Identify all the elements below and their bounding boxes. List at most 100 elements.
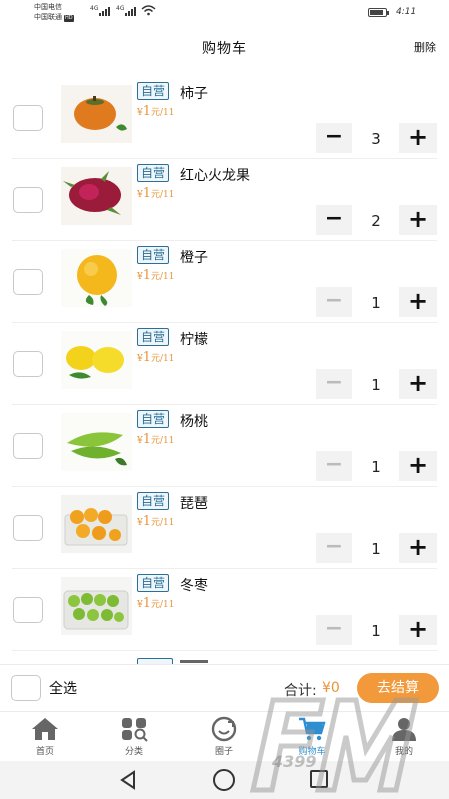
self-operated-tag: 自营: [137, 328, 170, 346]
tab-cart[interactable]: 购物车: [282, 716, 342, 757]
product-name[interactable]: 柿子: [180, 83, 208, 103]
qty-value: 2: [371, 212, 381, 230]
product-price: ¥1元/11: [137, 268, 175, 283]
tab-label: 分类: [124, 747, 143, 757]
hd-badge: HD: [64, 15, 74, 22]
item-checkbox[interactable]: [13, 105, 43, 131]
carrier-2: 中国联通 HD: [34, 13, 74, 22]
self-operated-tag: 自营: [137, 492, 170, 510]
delete-button[interactable]: 删除: [414, 39, 436, 55]
product-image-orange[interactable]: [61, 249, 132, 307]
product-image-star-fruit[interactable]: [61, 413, 132, 471]
qty-plus-button[interactable]: +: [399, 369, 437, 399]
qty-plus-button[interactable]: +: [399, 451, 437, 481]
network-4g-label-2: 4G: [116, 5, 125, 12]
product-image-winter-jujube[interactable]: [61, 577, 132, 635]
product-image-lemon[interactable]: [61, 331, 132, 389]
qty-plus-button[interactable]: +: [399, 533, 437, 563]
signal-icon-2: [125, 7, 136, 16]
product-price: ¥1元/11: [137, 432, 175, 447]
qty-minus-button[interactable]: −: [316, 451, 352, 481]
product-price: ¥1元/11: [137, 350, 175, 365]
tab-home[interactable]: 首页: [15, 716, 75, 757]
qty-minus-button[interactable]: −: [316, 287, 352, 317]
checkout-bar: 全选 合计: ¥0 去结算: [0, 664, 449, 710]
qty-minus-button[interactable]: −: [316, 369, 352, 399]
back-icon[interactable]: [118, 769, 138, 791]
tab-circle[interactable]: 圈子: [194, 716, 254, 757]
page-title: 购物车: [202, 41, 247, 57]
recent-apps-button[interactable]: [310, 770, 328, 788]
qty-minus-button[interactable]: −: [316, 123, 352, 153]
tab-bar: 首页 分类 圈子 购物车 我的: [0, 711, 449, 761]
qty-plus-button[interactable]: +: [399, 123, 437, 153]
total-label: 合计:: [284, 683, 317, 699]
total-value: ¥0: [322, 680, 340, 696]
cart-item: 自营 柠檬 ¥1元/11 − 1 +: [0, 323, 449, 405]
battery-icon: [368, 8, 387, 17]
home-icon: [32, 718, 58, 740]
tab-profile[interactable]: 我的: [374, 716, 434, 757]
product-price: ¥1元/11: [137, 514, 175, 529]
profile-icon: [392, 718, 416, 741]
product-image-dragon-fruit[interactable]: [61, 167, 132, 225]
tab-category[interactable]: 分类: [104, 716, 164, 757]
cart-item: 自营 红心火龙果 ¥1元/11 − 2 +: [0, 159, 449, 241]
cart-list[interactable]: 自营 柿子 ¥1元/11 − 3 + 自营 红心火龙果 ¥1元/11 − 2 +…: [0, 77, 449, 661]
cart-item: 自营 杨桃 ¥1元/11 − 1 +: [0, 405, 449, 487]
item-checkbox[interactable]: [13, 597, 43, 623]
qty-value: 1: [371, 376, 381, 394]
qty-plus-button[interactable]: +: [399, 287, 437, 317]
product-image-loquat[interactable]: [61, 495, 132, 553]
product-price: ¥1元/11: [137, 104, 175, 119]
self-operated-tag: 自营: [137, 82, 170, 100]
item-checkbox[interactable]: [13, 269, 43, 295]
checkout-button[interactable]: 去结算: [357, 673, 439, 703]
qty-value: 3: [371, 130, 381, 148]
product-price: ¥1元/11: [137, 596, 175, 611]
select-all-checkbox[interactable]: [11, 675, 41, 701]
category-icon: [122, 718, 148, 742]
qty-value: 1: [371, 622, 381, 640]
tab-label: 圈子: [214, 747, 233, 757]
status-time: 4:11: [396, 7, 417, 17]
product-name[interactable]: 冬枣: [180, 575, 208, 595]
product-image-persimmon[interactable]: [61, 85, 132, 143]
battery-cap: [387, 11, 389, 15]
product-name[interactable]: 橙子: [180, 247, 208, 267]
system-nav-bar: [0, 761, 449, 799]
self-operated-tag: 自营: [137, 164, 170, 182]
wifi-icon: [141, 5, 156, 16]
cart-item: 自营 冬枣 ¥1元/11 − 1 +: [0, 569, 449, 651]
item-checkbox[interactable]: [13, 187, 43, 213]
tab-label: 我的: [394, 747, 413, 757]
carrier-1: 中国电信: [34, 3, 62, 11]
item-checkbox[interactable]: [13, 433, 43, 459]
header: 购物车 删除: [0, 26, 449, 70]
cart-item: 自营 橙子 ¥1元/11 − 1 +: [0, 241, 449, 323]
select-all-label[interactable]: 全选: [49, 678, 77, 698]
product-name-partial: [180, 660, 208, 663]
product-name[interactable]: 杨桃: [180, 411, 208, 431]
qty-plus-button[interactable]: +: [399, 615, 437, 645]
product-name[interactable]: 琵琶: [180, 493, 208, 513]
qty-value: 1: [371, 458, 381, 476]
signal-icon: [99, 7, 110, 16]
qty-minus-button[interactable]: −: [316, 615, 352, 645]
qty-plus-button[interactable]: +: [399, 205, 437, 235]
item-checkbox[interactable]: [13, 515, 43, 541]
status-bar: 中国电信 中国联通 HD 4G 4G 4:11: [0, 0, 449, 26]
product-price: ¥1元/11: [137, 186, 175, 201]
item-checkbox[interactable]: [13, 351, 43, 377]
product-name[interactable]: 红心火龙果: [180, 165, 250, 185]
qty-minus-button[interactable]: −: [316, 533, 352, 563]
circle-icon: [211, 716, 237, 742]
product-name[interactable]: 柠檬: [180, 329, 208, 349]
home-nav-button[interactable]: [213, 769, 235, 791]
self-operated-tag: 自营: [137, 410, 170, 428]
qty-minus-button[interactable]: −: [316, 205, 352, 235]
cart-icon: [299, 717, 326, 741]
self-operated-tag: 自营: [137, 246, 170, 264]
tab-label: 首页: [35, 747, 54, 757]
qty-value: 1: [371, 540, 381, 558]
